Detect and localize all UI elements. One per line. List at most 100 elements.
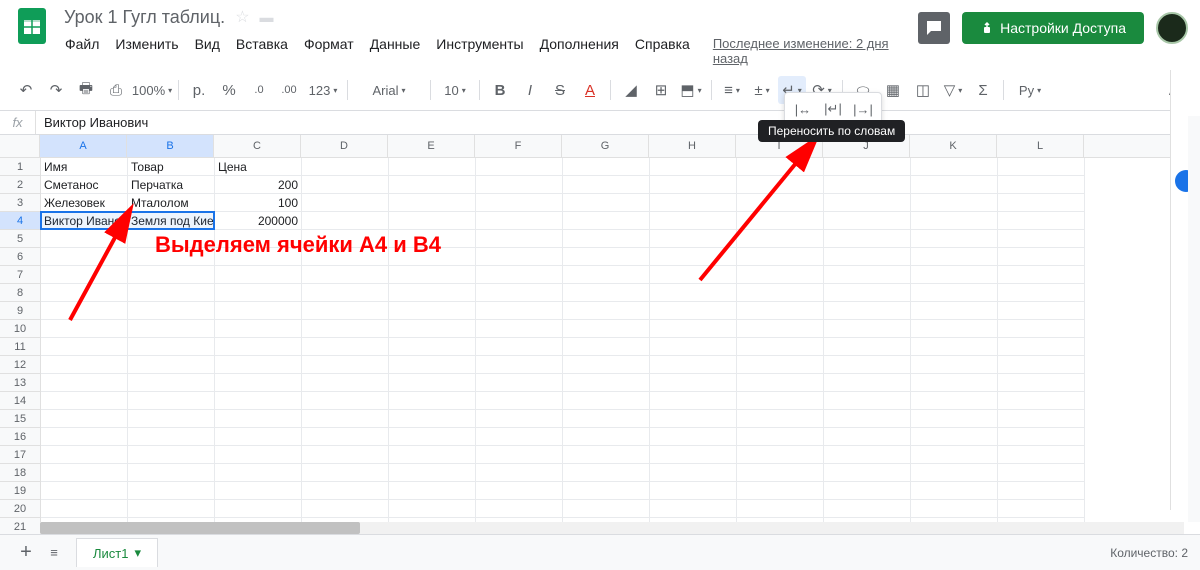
cell[interactable]	[128, 338, 215, 356]
cell[interactable]	[563, 212, 650, 230]
cell[interactable]	[824, 338, 911, 356]
cell[interactable]	[650, 320, 737, 338]
comment-icon[interactable]: ▦	[879, 76, 907, 104]
cell[interactable]	[215, 356, 302, 374]
menu-format[interactable]: Формат	[297, 32, 361, 70]
cell[interactable]: 200	[215, 176, 302, 194]
cell[interactable]	[563, 482, 650, 500]
cell[interactable]	[911, 428, 998, 446]
functions-icon[interactable]: Σ	[969, 76, 997, 104]
cell[interactable]	[476, 230, 563, 248]
cell[interactable]	[215, 500, 302, 518]
cell[interactable]	[389, 320, 476, 338]
cell[interactable]	[737, 356, 824, 374]
cell[interactable]	[215, 446, 302, 464]
col-header[interactable]: B	[127, 135, 214, 157]
paint-format-icon[interactable]: ⎙	[102, 76, 130, 104]
share-button[interactable]: Настройки Доступа	[962, 12, 1144, 44]
cell[interactable]	[389, 194, 476, 212]
cell[interactable]	[563, 284, 650, 302]
cell[interactable]	[302, 158, 389, 176]
row-header[interactable]: 2	[0, 176, 40, 194]
zoom-select[interactable]: 100%	[132, 76, 172, 104]
cell[interactable]	[389, 482, 476, 500]
cell[interactable]	[737, 446, 824, 464]
fx-icon[interactable]: fx	[0, 111, 36, 134]
row-header[interactable]: 8	[0, 284, 40, 302]
cell[interactable]	[998, 212, 1085, 230]
cell[interactable]	[476, 320, 563, 338]
scrollbar-horizontal[interactable]	[40, 522, 1184, 534]
cell[interactable]	[824, 392, 911, 410]
cell[interactable]	[476, 410, 563, 428]
cell[interactable]	[41, 356, 128, 374]
text-color-button[interactable]: A	[576, 76, 604, 104]
cell[interactable]	[302, 266, 389, 284]
cell[interactable]	[650, 392, 737, 410]
strike-button[interactable]: S	[546, 76, 574, 104]
cell[interactable]	[911, 392, 998, 410]
cell[interactable]	[650, 338, 737, 356]
cell[interactable]	[824, 500, 911, 518]
percent-button[interactable]: %	[215, 76, 243, 104]
col-header[interactable]: F	[475, 135, 562, 157]
cell[interactable]	[998, 482, 1085, 500]
row-header[interactable]: 4	[0, 212, 40, 230]
star-icon[interactable]: ☆	[235, 7, 249, 27]
cell[interactable]	[476, 464, 563, 482]
cell[interactable]	[41, 500, 128, 518]
comment-button[interactable]	[918, 12, 950, 44]
row-header[interactable]: 9	[0, 302, 40, 320]
cell[interactable]	[911, 320, 998, 338]
cell[interactable]	[650, 482, 737, 500]
cell[interactable]	[911, 230, 998, 248]
col-header[interactable]: D	[301, 135, 388, 157]
cell[interactable]	[389, 356, 476, 374]
cell[interactable]	[563, 230, 650, 248]
font-size-select[interactable]: 10	[437, 76, 473, 104]
cell[interactable]	[998, 194, 1085, 212]
cell[interactable]	[824, 230, 911, 248]
cell[interactable]	[476, 266, 563, 284]
row-header[interactable]: 20	[0, 500, 40, 518]
cell[interactable]	[650, 374, 737, 392]
cell[interactable]	[824, 356, 911, 374]
cell[interactable]: Товар	[128, 158, 215, 176]
cell[interactable]	[911, 482, 998, 500]
cell[interactable]	[41, 374, 128, 392]
cell[interactable]	[215, 284, 302, 302]
cell[interactable]	[389, 284, 476, 302]
cell[interactable]	[476, 500, 563, 518]
inc-decimal-button[interactable]: .00	[275, 76, 303, 104]
cell[interactable]	[824, 194, 911, 212]
row-header[interactable]: 14	[0, 392, 40, 410]
cell[interactable]	[563, 500, 650, 518]
cell[interactable]	[737, 428, 824, 446]
menu-view[interactable]: Вид	[188, 32, 227, 70]
cell[interactable]	[215, 338, 302, 356]
cell[interactable]	[476, 158, 563, 176]
cell[interactable]	[215, 266, 302, 284]
cell[interactable]	[911, 500, 998, 518]
cell[interactable]	[302, 284, 389, 302]
cell[interactable]	[215, 410, 302, 428]
cell[interactable]	[998, 446, 1085, 464]
format-more-button[interactable]: 123	[305, 76, 341, 104]
cell[interactable]: Мталолом	[128, 194, 215, 212]
cell[interactable]	[824, 212, 911, 230]
cell[interactable]	[650, 356, 737, 374]
merge-cells-button[interactable]: ⬒	[677, 76, 705, 104]
cell[interactable]	[302, 356, 389, 374]
cell[interactable]	[737, 464, 824, 482]
col-header[interactable]: G	[562, 135, 649, 157]
cell[interactable]	[476, 446, 563, 464]
cell[interactable]: Сметанос	[41, 176, 128, 194]
cell[interactable]	[41, 482, 128, 500]
row-header[interactable]: 13	[0, 374, 40, 392]
cell[interactable]	[215, 320, 302, 338]
formula-input[interactable]: Виктор Иванович	[36, 115, 1200, 130]
cell[interactable]	[41, 410, 128, 428]
wrap-wrap-icon[interactable]: |↵|	[819, 97, 847, 121]
cell[interactable]	[389, 464, 476, 482]
cell[interactable]	[737, 320, 824, 338]
